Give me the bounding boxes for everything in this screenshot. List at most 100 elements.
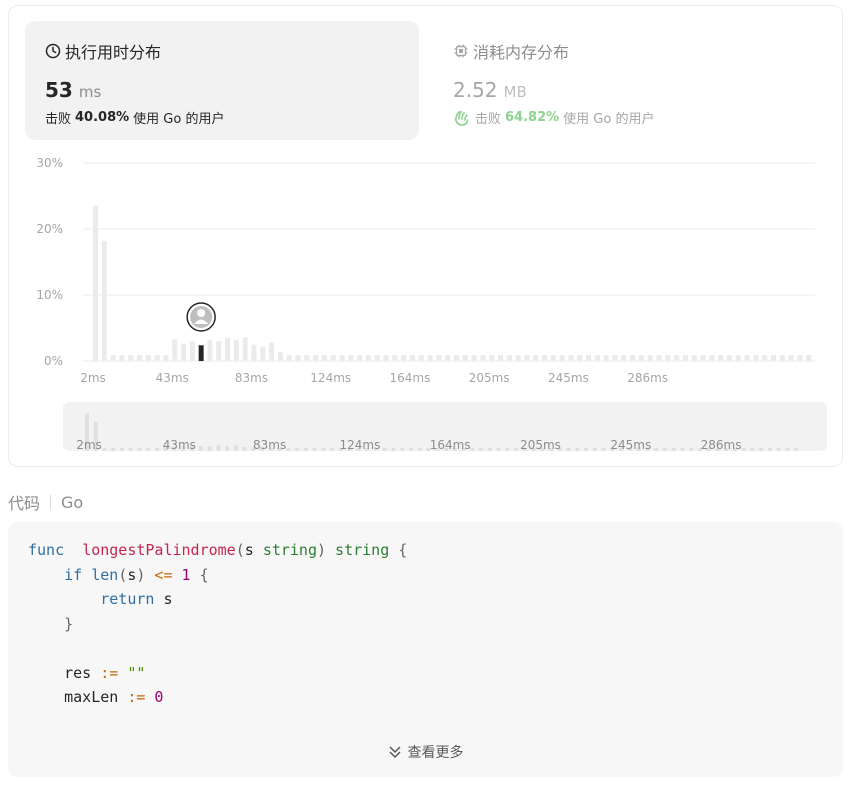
bar[interactable]	[365, 355, 371, 361]
bar[interactable]	[806, 355, 812, 361]
bar[interactable]	[559, 355, 565, 361]
bar[interactable]	[216, 341, 222, 361]
bar[interactable]	[498, 355, 504, 361]
show-more-button[interactable]: 查看更多	[8, 742, 843, 762]
bar[interactable]	[489, 355, 495, 361]
bar[interactable]	[550, 355, 556, 361]
bar[interactable]	[383, 355, 389, 361]
bar[interactable]	[286, 355, 292, 361]
bar[interactable]	[225, 337, 231, 361]
bar[interactable]	[128, 355, 134, 361]
bar[interactable]	[339, 355, 345, 361]
bar[interactable]	[172, 339, 178, 361]
bar[interactable]	[427, 355, 433, 361]
memory-card[interactable]: 消耗内存分布 2.52 MB 击败 64.82% 使用 Go 的用户	[439, 21, 833, 140]
bar[interactable]	[762, 355, 768, 361]
bar[interactable]	[718, 355, 724, 361]
bar[interactable]	[691, 355, 697, 361]
brush-bar	[794, 448, 799, 451]
bar[interactable]	[313, 355, 319, 361]
bar[interactable]	[233, 339, 239, 361]
bar[interactable]	[788, 355, 794, 361]
bar[interactable]	[594, 355, 600, 361]
bar[interactable]	[330, 355, 336, 361]
bar[interactable]	[145, 355, 151, 361]
bar[interactable]	[682, 355, 688, 361]
bar[interactable]	[304, 355, 310, 361]
bar[interactable]	[445, 355, 451, 361]
bar[interactable]	[163, 355, 169, 361]
bar[interactable]	[119, 355, 125, 361]
bar[interactable]	[612, 355, 618, 361]
bar[interactable]	[357, 355, 363, 361]
bar[interactable]	[471, 355, 477, 361]
bar[interactable]	[665, 355, 671, 361]
bar[interactable]	[480, 355, 486, 361]
bar[interactable]	[700, 355, 706, 361]
runtime-distribution-chart[interactable]: 30% 20% 10% 0% 2ms 43ms 83ms 124ms 164ms 205ms 245…	[9, 151, 844, 391]
bar[interactable]	[418, 355, 424, 361]
bar[interactable]	[524, 355, 530, 361]
bar[interactable]	[251, 344, 257, 362]
runtime-beat-suffix: 使用 Go 的用户	[133, 112, 225, 127]
runtime-card[interactable]: 执行用时分布 53 ms 击败 40.08% 使用 Go 的用户	[25, 21, 419, 140]
brush-bar	[233, 445, 238, 451]
bar[interactable]	[295, 355, 301, 361]
code-header: 代码 Go	[8, 490, 83, 514]
bar[interactable]	[542, 355, 548, 361]
bar[interactable]	[638, 355, 644, 361]
code-header-divider	[50, 495, 52, 509]
bar[interactable]	[436, 355, 442, 361]
bar[interactable]	[515, 355, 521, 361]
bar[interactable]	[568, 355, 574, 361]
brush-bar	[207, 446, 212, 451]
bar[interactable]	[189, 341, 195, 361]
brush-bar	[382, 448, 387, 451]
bar[interactable]	[533, 355, 539, 361]
bar[interactable]	[506, 355, 512, 361]
bar[interactable]	[753, 355, 759, 361]
bar-highlight[interactable]	[198, 345, 204, 361]
bar[interactable]	[348, 355, 354, 361]
brush-bar	[601, 448, 606, 451]
bar[interactable]	[779, 355, 785, 361]
bar[interactable]	[603, 355, 609, 361]
bar[interactable]	[137, 355, 143, 361]
bar[interactable]	[577, 355, 583, 361]
bar[interactable]	[630, 355, 636, 361]
bar[interactable]	[181, 343, 187, 361]
bar[interactable]	[797, 355, 803, 361]
bar[interactable]	[93, 205, 98, 361]
chart-range-brush[interactable]: 2ms 43ms 83ms 124ms 164ms 205ms 245ms 286ms	[63, 402, 827, 452]
bar[interactable]	[242, 337, 248, 361]
bar[interactable]	[207, 339, 213, 361]
memory-value: 2.52 MB	[453, 78, 527, 102]
result-panel: 执行用时分布 53 ms 击败 40.08% 使用 Go 的用户 消耗内存分布 2…	[8, 5, 843, 467]
bar[interactable]	[269, 342, 275, 361]
bar[interactable]	[735, 355, 741, 361]
bar[interactable]	[656, 355, 662, 361]
brush-bar	[505, 448, 510, 451]
bar[interactable]	[770, 355, 776, 361]
bar[interactable]	[401, 355, 407, 361]
bar[interactable]	[101, 240, 107, 361]
bar[interactable]	[154, 355, 160, 361]
bar[interactable]	[409, 355, 415, 361]
bar[interactable]	[392, 355, 398, 361]
bar[interactable]	[454, 355, 459, 361]
bar[interactable]	[277, 351, 283, 361]
bar[interactable]	[726, 355, 732, 361]
bar[interactable]	[321, 355, 327, 361]
bar[interactable]	[110, 355, 116, 361]
bar[interactable]	[462, 355, 468, 361]
bar[interactable]	[374, 355, 380, 361]
bar[interactable]	[621, 355, 627, 361]
code-token: :=	[127, 688, 146, 706]
y-tick-label: 0%	[44, 354, 63, 368]
bar[interactable]	[744, 355, 750, 361]
bar[interactable]	[260, 346, 266, 361]
bar[interactable]	[647, 355, 653, 361]
bar[interactable]	[586, 355, 592, 361]
bar[interactable]	[674, 355, 680, 361]
bar[interactable]	[709, 355, 715, 361]
